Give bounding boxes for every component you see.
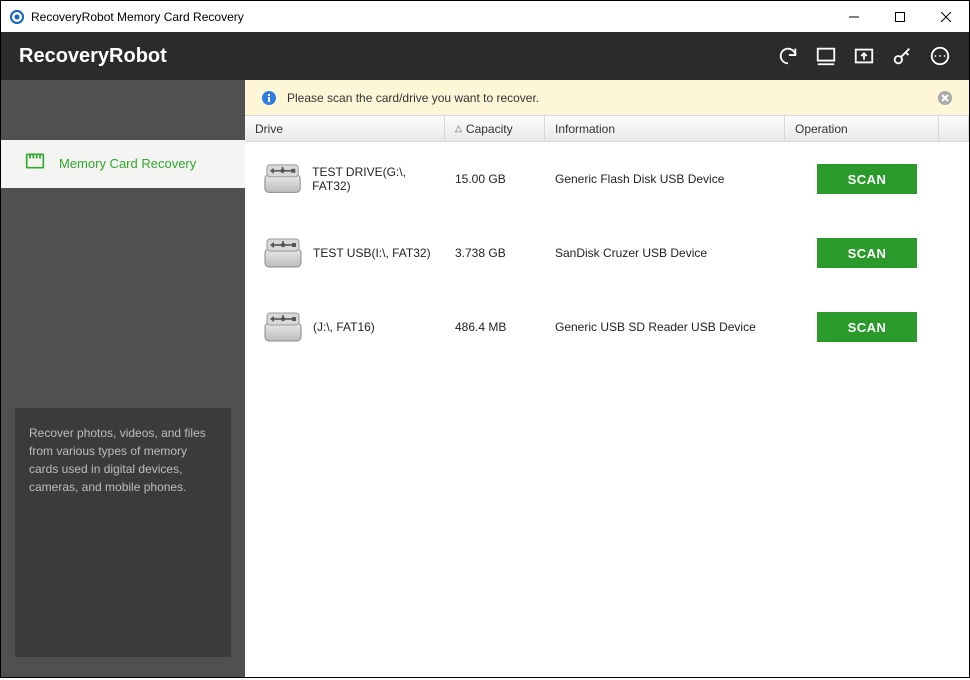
monitor-icon[interactable] [815, 45, 837, 67]
usb-drive-icon [261, 235, 305, 271]
window-title: RecoveryRobot Memory Card Recovery [31, 10, 831, 24]
brand-title: RecoveryRobot [19, 45, 777, 68]
drive-list: TEST DRIVE(G:\, FAT32) 15.00 GB Generic … [245, 142, 969, 677]
key-icon[interactable] [891, 45, 913, 67]
sidebar: Memory Card Recovery Recover photos, vid… [1, 80, 245, 677]
info-cell: SanDisk Cruzer USB Device [545, 246, 785, 260]
operation-cell: SCAN [785, 312, 949, 342]
info-close-icon[interactable] [937, 90, 953, 106]
scan-button[interactable]: SCAN [817, 164, 917, 194]
maximize-button[interactable] [877, 1, 923, 32]
sidebar-item-memory-card-recovery[interactable]: Memory Card Recovery [1, 140, 245, 188]
scan-button[interactable]: SCAN [817, 238, 917, 268]
scan-button[interactable]: SCAN [817, 312, 917, 342]
load-session-icon[interactable] [853, 45, 875, 67]
info-icon [261, 90, 277, 106]
operation-cell: SCAN [785, 164, 949, 194]
usb-drive-icon [261, 161, 304, 197]
minimize-button[interactable] [831, 1, 877, 32]
drive-name: TEST DRIVE(G:\, FAT32) [312, 165, 445, 193]
titlebar: RecoveryRobot Memory Card Recovery [0, 0, 970, 32]
column-operation[interactable]: Operation [785, 116, 939, 141]
content-area: Please scan the card/drive you want to r… [245, 80, 969, 677]
table-row: TEST DRIVE(G:\, FAT32) 15.00 GB Generic … [245, 142, 969, 216]
column-drive[interactable]: Drive [245, 116, 445, 141]
sd-card-icon [25, 152, 45, 175]
sort-asc-icon: △ [455, 123, 462, 134]
sidebar-description: Recover photos, videos, and files from v… [15, 408, 231, 657]
drive-cell: TEST DRIVE(G:\, FAT32) [245, 161, 445, 197]
table-header: Drive △Capacity Information Operation [245, 116, 969, 142]
table-row: TEST USB(I:\, FAT32) 3.738 GB SanDisk Cr… [245, 216, 969, 290]
table-row: (J:\, FAT16) 486.4 MB Generic USB SD Rea… [245, 290, 969, 364]
column-spacer [939, 116, 969, 141]
usb-drive-icon [261, 309, 305, 345]
drive-name: TEST USB(I:\, FAT32) [313, 246, 431, 260]
column-capacity[interactable]: △Capacity [445, 116, 545, 141]
capacity-cell: 15.00 GB [445, 172, 545, 186]
app-header: RecoveryRobot [0, 32, 970, 80]
info-message: Please scan the card/drive you want to r… [287, 91, 937, 105]
refresh-icon[interactable] [777, 45, 799, 67]
capacity-cell: 3.738 GB [445, 246, 545, 260]
drive-name: (J:\, FAT16) [313, 320, 375, 334]
capacity-cell: 486.4 MB [445, 320, 545, 334]
info-bar: Please scan the card/drive you want to r… [245, 80, 969, 116]
info-cell: Generic Flash Disk USB Device [545, 172, 785, 186]
info-cell: Generic USB SD Reader USB Device [545, 320, 785, 334]
close-button[interactable] [923, 1, 969, 32]
more-icon[interactable] [929, 45, 951, 67]
operation-cell: SCAN [785, 238, 949, 268]
sidebar-item-label: Memory Card Recovery [59, 156, 196, 171]
app-icon [9, 9, 25, 25]
drive-cell: (J:\, FAT16) [245, 309, 445, 345]
drive-cell: TEST USB(I:\, FAT32) [245, 235, 445, 271]
column-information[interactable]: Information [545, 116, 785, 141]
header-toolbar [777, 45, 951, 67]
